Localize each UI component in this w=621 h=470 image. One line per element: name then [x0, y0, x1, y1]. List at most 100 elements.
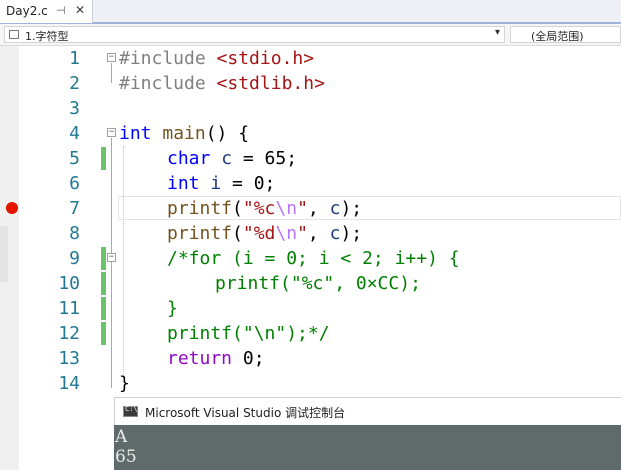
change-indicator: [101, 247, 106, 270]
code-line-8: 8 printf("%d\n", c);: [0, 221, 621, 246]
member-dropdown[interactable]: 1.字符型 ▾: [4, 26, 505, 43]
tab-title: Day2.c: [6, 4, 48, 18]
header-name: <stdio.h>: [216, 48, 315, 69]
variable: c: [329, 223, 341, 244]
code-line-14: 14 }: [0, 371, 621, 396]
code-line-5: 5 char c = 65;: [0, 146, 621, 171]
fold-toggle-icon[interactable]: −: [107, 253, 116, 262]
string: "%c: [242, 198, 276, 219]
expression: = 65;: [232, 148, 298, 169]
expression: 0;: [232, 348, 265, 369]
keyword: return: [167, 348, 233, 369]
code-line-13: 13 return 0;: [0, 346, 621, 371]
escape-sequence: \n: [275, 223, 298, 244]
file-icon: [9, 30, 19, 39]
line-number: 3: [69, 98, 80, 119]
line-number: 2: [69, 73, 80, 94]
console-titlebar[interactable]: C:\ Microsoft Visual Studio 调试控制台: [114, 397, 621, 425]
code-text: char c = 65;: [167, 146, 297, 171]
variable: c: [329, 198, 341, 219]
punctuation: ,: [307, 223, 330, 244]
code-text: printf("%c\n", c);: [167, 196, 362, 221]
line-number: 7: [69, 198, 80, 219]
line-number: 14: [58, 373, 80, 394]
console-output-line: 65: [115, 447, 137, 467]
line-number: 8: [69, 223, 80, 244]
change-indicator: [101, 297, 106, 320]
code-line-9: 9 − /*for (i = 0; i < 2; i++) {: [0, 246, 621, 271]
punctuation: );: [340, 198, 363, 219]
line-number: 4: [69, 123, 80, 144]
line-number: 11: [58, 298, 80, 319]
debug-console-window[interactable]: C:\ Microsoft Visual Studio 调试控制台 A 65: [114, 397, 621, 470]
scope-dropdown-value: (全局范围): [531, 30, 584, 43]
comment: printf("%c", 0×CC);: [215, 273, 421, 294]
line-number: 5: [69, 148, 80, 169]
change-indicator: [101, 147, 106, 170]
string: ": [297, 223, 308, 244]
string: "%d: [242, 223, 276, 244]
line-number: 6: [69, 173, 80, 194]
line-number: 9: [69, 248, 80, 269]
punctuation: ,: [307, 198, 330, 219]
variable: i: [210, 173, 222, 194]
code-text: int main() {: [119, 121, 249, 146]
line-number: 13: [58, 348, 80, 369]
tab-day2-c[interactable]: Day2.c ⊣ ✕: [0, 0, 93, 23]
change-indicator: [101, 322, 106, 345]
line-number: 10: [58, 273, 80, 294]
preprocessor: #include: [119, 48, 217, 69]
escape-sequence: \n: [275, 198, 298, 219]
code-line-10: 10 printf("%c", 0×CC);: [0, 271, 621, 296]
code-line-12: 12 printf("\n");*/: [0, 321, 621, 346]
member-dropdown-value: 1.字符型: [25, 30, 69, 43]
close-icon[interactable]: ✕: [75, 3, 85, 17]
code-line-7: 7 printf("%c\n", c);: [0, 196, 621, 221]
function-name: printf: [167, 198, 233, 219]
keyword: int: [167, 173, 200, 194]
code-text: int i = 0;: [167, 171, 275, 196]
console-title: Microsoft Visual Studio 调试控制台: [145, 406, 346, 420]
code-text: return 0;: [167, 346, 265, 371]
punctuation: () {: [205, 123, 250, 144]
code-line-11: 11 }: [0, 296, 621, 321]
function-name: printf: [167, 223, 233, 244]
breakpoint-icon[interactable]: [6, 202, 18, 214]
code-line-3: 3: [0, 96, 621, 121]
document-tab-strip: Day2.c ⊣ ✕: [0, 0, 621, 24]
code-line-2: 2 #include <stdlib.h>: [0, 71, 621, 96]
navigation-bar: 1.字符型 ▾ (全局范围): [0, 24, 621, 46]
code-line-6: 6 int i = 0;: [0, 171, 621, 196]
expression: = 0;: [221, 173, 276, 194]
comment: }: [167, 298, 178, 319]
line-number: 1: [69, 48, 80, 69]
function-name: main: [162, 123, 206, 144]
fold-toggle-icon[interactable]: −: [107, 53, 116, 62]
code-line-1: 1 − #include <stdio.h>: [0, 46, 621, 71]
punctuation: );: [340, 223, 363, 244]
string: ": [297, 198, 308, 219]
chevron-down-icon[interactable]: ▾: [495, 27, 500, 38]
punctuation: (: [232, 223, 243, 244]
header-name: <stdlib.h>: [216, 73, 325, 94]
console-icon: C:\: [123, 405, 138, 417]
keyword: int: [119, 123, 152, 144]
scope-dropdown[interactable]: (全局范围): [510, 26, 621, 43]
code-text: printf("%d\n", c);: [167, 221, 362, 246]
keyword: char: [167, 148, 211, 169]
code-text: #include <stdio.h>: [119, 46, 314, 71]
preprocessor: #include: [119, 73, 217, 94]
change-indicator: [101, 272, 106, 295]
console-output[interactable]: A 65: [114, 425, 621, 470]
code-line-4: 4 − int main() {: [0, 121, 621, 146]
variable: c: [221, 148, 233, 169]
code-text: #include <stdlib.h>: [119, 71, 325, 96]
console-output-line: A: [115, 427, 128, 447]
pin-icon[interactable]: ⊣: [56, 4, 66, 17]
punctuation: (: [232, 198, 243, 219]
line-number: 12: [58, 323, 80, 344]
code-text: }: [119, 373, 130, 394]
fold-toggle-icon[interactable]: −: [107, 128, 116, 137]
console-icon-label: C:\: [125, 405, 138, 413]
comment: printf("\n");*/: [167, 323, 330, 344]
